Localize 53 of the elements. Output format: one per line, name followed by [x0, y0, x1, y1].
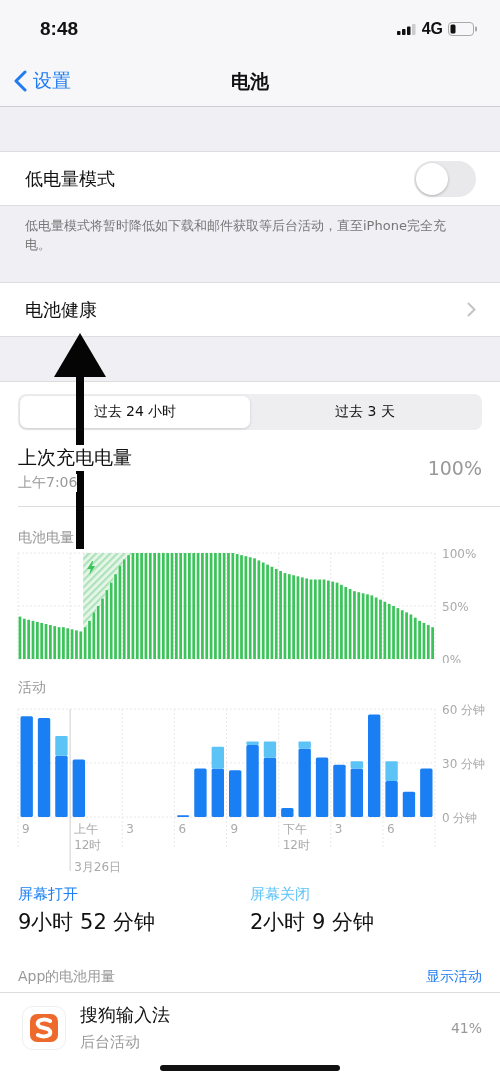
lightning-icon — [87, 561, 96, 575]
axis-label: 下午12时 — [282, 822, 310, 852]
activity-bar — [402, 791, 416, 817]
axis-label: 60 分钟 — [442, 703, 486, 717]
app-icon — [22, 1005, 66, 1050]
axis-label: 6 — [386, 822, 395, 836]
axis-label: 50% — [442, 600, 469, 614]
footer-note: 低电量模式将暂时降低如下载和邮件获取等后台活动，直至iPhone完全充电。 — [25, 218, 446, 252]
activity-bar — [229, 770, 242, 817]
activity-bar — [315, 757, 329, 817]
axis-label: 0 分钟 — [442, 811, 478, 825]
app-row[interactable]: 搜狗输入法 后台活动 41% — [0, 993, 500, 1052]
app-detail: 后台活动 — [80, 1033, 141, 1052]
app-percent: 41% — [450, 1019, 482, 1036]
section-header: App的电池用量 — [18, 968, 116, 986]
screen-on-time: 9小时 52 分钟 — [18, 909, 157, 936]
activity-bar — [72, 759, 85, 817]
show-activity-link[interactable]: 显示活动 — [426, 968, 482, 986]
app-name: 搜狗输入法 — [80, 1003, 171, 1027]
network-label: 4G — [421, 20, 443, 38]
axis-label: 3 — [126, 822, 134, 836]
chart-title: 电池电量 — [18, 529, 74, 545]
axis-label: 100% — [442, 549, 477, 561]
screen-off-label: 屏幕关闭 — [250, 885, 311, 904]
axis-label: 9 — [230, 822, 239, 836]
back-button[interactable]: 设置 — [14, 68, 71, 94]
last-charge-label: 上次充电电量 — [18, 444, 132, 471]
activity-bar — [281, 808, 294, 817]
activity-bar — [194, 768, 207, 817]
screen-off-time: 2小时 9 分钟 — [250, 909, 376, 936]
date-label: 3月26日 — [74, 860, 122, 874]
toggle-switch[interactable] — [414, 160, 476, 197]
status-time: 8:48 — [40, 18, 79, 40]
segment-tab[interactable]: 过去 24 小时 — [20, 396, 250, 428]
setting-label: 电池健康 — [25, 297, 97, 322]
axis-label: 9 — [22, 822, 30, 836]
back-chevron-icon — [14, 70, 27, 92]
axis-label: 上午12时 — [74, 822, 102, 852]
page-title: 电池 — [231, 69, 269, 94]
chevron-icon — [467, 302, 476, 317]
activity-bar — [420, 768, 433, 817]
last-charge-level: 100% — [427, 457, 482, 479]
signal-icon — [396, 23, 417, 35]
setting-label: 低电量模式 — [25, 166, 115, 191]
last-charge-time: 上午7:06 — [18, 473, 78, 492]
segment-tab[interactable]: 过去 3 天 — [250, 396, 480, 428]
axis-label: 6 — [178, 822, 186, 836]
activity-bar — [333, 764, 346, 817]
axis-label: 30 分钟 — [442, 757, 486, 771]
screen-on-label: 屏幕打开 — [18, 885, 79, 904]
battery-icon — [448, 22, 478, 36]
axis-label: 3 — [334, 822, 343, 836]
chart-title: 活动 — [18, 679, 46, 695]
